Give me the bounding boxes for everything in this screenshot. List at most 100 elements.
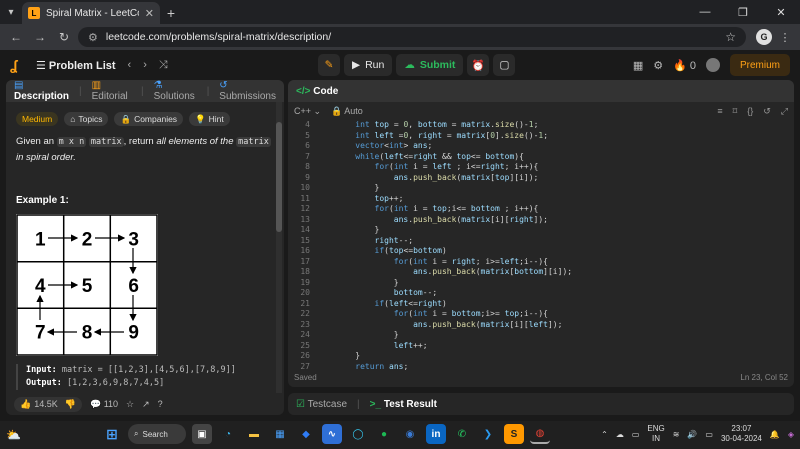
code-line[interactable]: 6 vector<int> ans; bbox=[288, 141, 794, 152]
code-line[interactable]: 10 } bbox=[288, 183, 794, 194]
tab-solutions[interactable]: ⚗ Solutions bbox=[154, 80, 197, 102]
dropbox-icon[interactable]: ◆ bbox=[296, 424, 316, 444]
site-info-icon[interactable]: ⚙ bbox=[88, 31, 98, 44]
notes-button[interactable]: ▢ bbox=[493, 54, 516, 76]
code-line[interactable]: 9 ans.push_back(matrix[top][i]); bbox=[288, 173, 794, 184]
code-line[interactable]: 15 right--; bbox=[288, 236, 794, 247]
new-tab-button[interactable]: + bbox=[160, 2, 182, 24]
tray-chevron-up-icon[interactable]: ⌃ bbox=[601, 430, 608, 439]
timer-button[interactable]: ⏰ bbox=[467, 54, 490, 76]
topics-chip[interactable]: ⌂ Topics bbox=[64, 112, 109, 126]
copilot-icon[interactable]: ◈ bbox=[788, 430, 794, 439]
debug-button[interactable]: ✎ bbox=[318, 54, 340, 76]
format-icon[interactable]: ≡ bbox=[717, 106, 722, 117]
code-line[interactable]: 19 } bbox=[288, 278, 794, 289]
code-line[interactable]: 11 top++; bbox=[288, 194, 794, 205]
close-tab-icon[interactable]: ✕ bbox=[145, 7, 154, 20]
description-scrollbar[interactable] bbox=[276, 102, 282, 393]
code-line[interactable]: 25 left++; bbox=[288, 341, 794, 352]
code-line[interactable]: 22 for(int i = bottom;i>= top;i--){ bbox=[288, 309, 794, 320]
comments-button[interactable]: 💬 110 bbox=[90, 399, 118, 410]
store-icon[interactable]: ▦ bbox=[270, 424, 290, 444]
code-editor[interactable]: 4 int top = 0, bottom = matrix.size()-1;… bbox=[288, 120, 794, 371]
tab-search-icon[interactable]: ▾ bbox=[0, 0, 22, 24]
companies-chip[interactable]: 🔒 Companies bbox=[114, 112, 184, 126]
code-line[interactable]: 13 ans.push_back(matrix[i][right]); bbox=[288, 215, 794, 226]
language-indicator[interactable]: ENG IN bbox=[647, 424, 664, 444]
taskbar-search[interactable]: ⌕ Search bbox=[128, 424, 186, 444]
code-line[interactable]: 21 if(left<=right) bbox=[288, 299, 794, 310]
volume-icon[interactable]: 🔊 bbox=[687, 430, 697, 439]
streak-counter[interactable]: 🔥 0 bbox=[673, 59, 696, 72]
scrollbar-thumb[interactable] bbox=[276, 122, 282, 232]
thumbs-down-icon[interactable]: 👎 bbox=[65, 399, 76, 410]
tab-editorial[interactable]: ▥ Editorial bbox=[92, 80, 131, 102]
code-line[interactable]: 8 for(int i = left ; i<=right; i++){ bbox=[288, 162, 794, 173]
taskbar-clock[interactable]: 23:07 30-04-2024 bbox=[721, 424, 762, 444]
code-line[interactable]: 24 } bbox=[288, 330, 794, 341]
reset-icon[interactable]: ↺ bbox=[763, 106, 771, 117]
fullscreen-icon[interactable]: ⤢ bbox=[781, 106, 788, 117]
chrome-icon[interactable]: ◍ bbox=[530, 424, 550, 444]
shuffle-icon[interactable]: ⤨ bbox=[159, 59, 168, 72]
code-line[interactable]: 17 for(int i = right; i>=left;i--){ bbox=[288, 257, 794, 268]
windows-start-icon[interactable]: ⊞ bbox=[102, 424, 122, 444]
settings-gear-icon[interactable]: ⚙ bbox=[653, 59, 663, 72]
url-text[interactable]: leetcode.com/problems/spiral-matrix/desc… bbox=[106, 31, 717, 43]
auto-mode-toggle[interactable]: 🔒 Auto bbox=[331, 106, 363, 117]
leetcode-logo-icon[interactable]: ʆ bbox=[10, 57, 24, 73]
reload-icon[interactable]: ↻ bbox=[54, 30, 74, 44]
spotify-icon[interactable]: ● bbox=[374, 424, 394, 444]
code-line[interactable]: 16 if(top<=bottom) bbox=[288, 246, 794, 257]
minimize-icon[interactable]: — bbox=[686, 6, 724, 18]
cortana-icon[interactable]: ◯ bbox=[348, 424, 368, 444]
code-line[interactable]: 4 int top = 0, bottom = matrix.size()-1; bbox=[288, 120, 794, 131]
tab-test-result[interactable]: >_ Test Result bbox=[370, 399, 437, 410]
favorite-star-icon[interactable]: ☆ bbox=[126, 399, 134, 410]
tab-submissions[interactable]: ↺ Submissions bbox=[219, 80, 276, 102]
code-line[interactable]: 20 bottom--; bbox=[288, 288, 794, 299]
edge-icon[interactable]: ◔ bbox=[218, 424, 238, 444]
back-icon[interactable]: ← bbox=[6, 30, 26, 44]
user-avatar[interactable] bbox=[705, 58, 720, 72]
code-line[interactable]: 26 } bbox=[288, 351, 794, 362]
profile-avatar[interactable]: G bbox=[756, 29, 772, 45]
layout-icon[interactable]: ▦ bbox=[633, 59, 643, 72]
problem-list-link[interactable]: ☰ Problem List bbox=[36, 59, 116, 72]
code-line[interactable]: 12 for(int i = top;i<= bottom ; i++){ bbox=[288, 204, 794, 215]
monitor-app-icon[interactable]: ∿ bbox=[322, 424, 342, 444]
tray-monitor-icon[interactable]: ▭ bbox=[632, 430, 640, 439]
share-icon[interactable]: ↗ bbox=[142, 399, 150, 410]
file-explorer-icon[interactable]: ▬ bbox=[244, 424, 264, 444]
code-line[interactable]: 14 } bbox=[288, 225, 794, 236]
braces-icon[interactable]: {} bbox=[747, 106, 753, 117]
language-select[interactable]: C++ ⌄ bbox=[294, 106, 321, 117]
chat-app-icon[interactable]: ◉ bbox=[400, 424, 420, 444]
tab-description[interactable]: ▤ Description bbox=[14, 80, 69, 102]
close-window-icon[interactable]: ✕ bbox=[762, 6, 800, 19]
browser-tab[interactable]: L Spiral Matrix - LeetCode ✕ bbox=[22, 2, 160, 24]
help-icon[interactable]: ? bbox=[158, 399, 163, 409]
weather-widget-icon[interactable]: ⛅ bbox=[6, 428, 21, 442]
code-line[interactable]: 7 while(left<=right && top<= bottom){ bbox=[288, 152, 794, 163]
whatsapp-icon[interactable]: ✆ bbox=[452, 424, 472, 444]
sublime-icon[interactable]: S bbox=[504, 424, 524, 444]
restore-icon[interactable]: ❐ bbox=[724, 6, 762, 19]
browser-menu-icon[interactable]: ⋮ bbox=[776, 31, 794, 44]
bookmark-icon[interactable]: ⌑ bbox=[733, 106, 738, 117]
tab-testcase[interactable]: ☑ Testcase bbox=[296, 399, 347, 410]
code-line[interactable]: 18 ans.push_back(matrix[bottom][i]); bbox=[288, 267, 794, 278]
code-tab[interactable]: </> Code bbox=[296, 86, 338, 97]
hint-chip[interactable]: 💡 Hint bbox=[189, 112, 230, 126]
code-line[interactable]: 23 ans.push_back(matrix[i][left]); bbox=[288, 320, 794, 331]
linkedin-icon[interactable]: in bbox=[426, 424, 446, 444]
bookmark-star-icon[interactable]: ☆ bbox=[725, 30, 736, 44]
submit-button[interactable]: ☁ Submit bbox=[396, 54, 464, 76]
like-button[interactable]: 👍 14.5K 👎 bbox=[14, 396, 82, 412]
run-button[interactable]: ▶ Run bbox=[344, 54, 393, 76]
tray-cloud-icon[interactable]: ☁ bbox=[616, 430, 624, 439]
wifi-icon[interactable]: ≋ bbox=[673, 430, 680, 439]
forward-icon[interactable]: → bbox=[30, 30, 50, 44]
notification-bell-icon[interactable]: 🔔 bbox=[770, 430, 780, 439]
prev-problem-icon[interactable]: ‹ bbox=[128, 59, 132, 71]
